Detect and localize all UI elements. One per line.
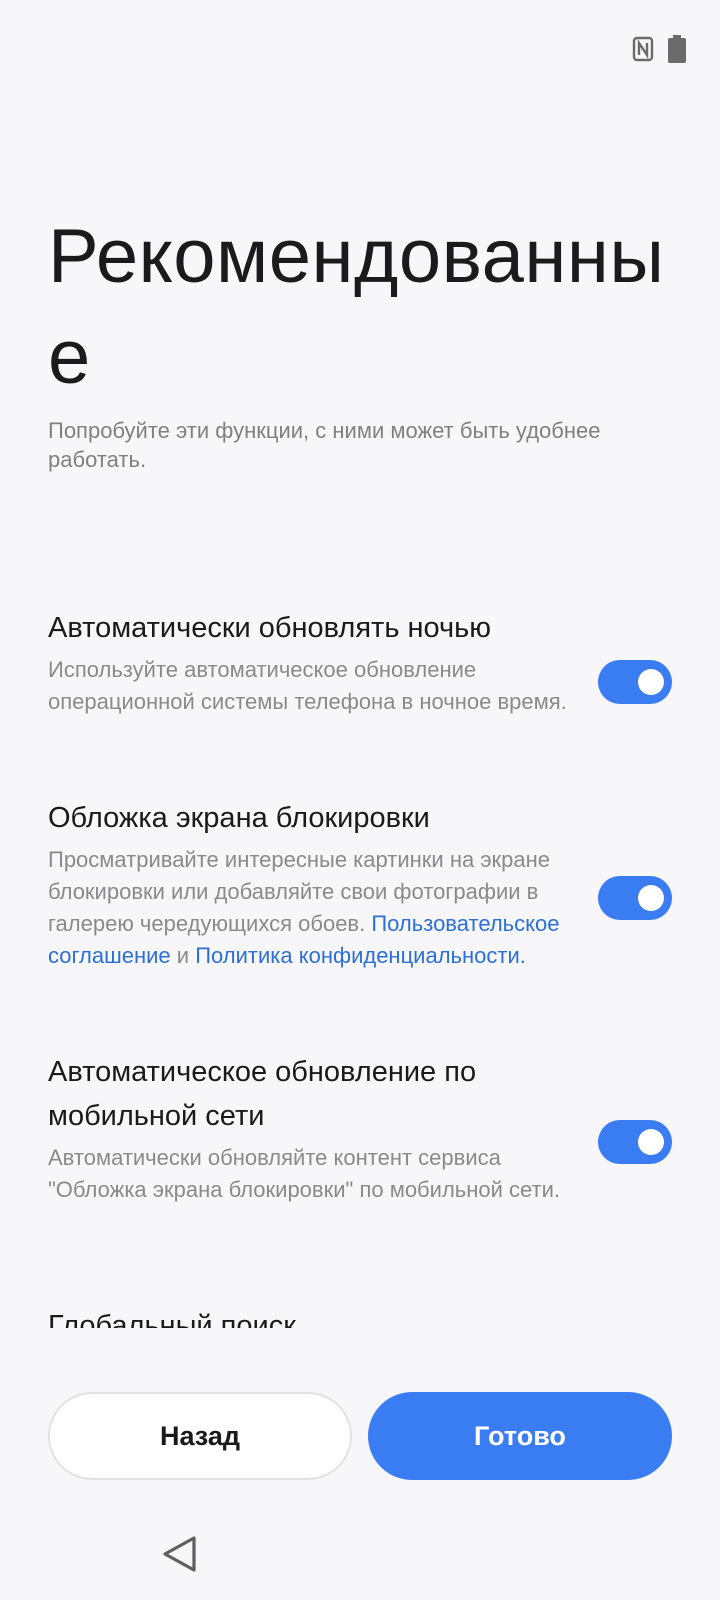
trailing-period: . [519, 943, 526, 968]
setting-global-search-title[interactable]: Глобальный поиск [48, 1304, 296, 1328]
page-title: Рекомендованные [48, 214, 665, 400]
auto-update-mobile-toggle[interactable] [598, 1120, 672, 1164]
lockscreen-cover-toggle[interactable] [598, 876, 672, 920]
setting-title: Обложка экрана блокировки [48, 802, 430, 834]
setting-title: Автоматически обновлять ночью [48, 612, 491, 644]
settings-list[interactable]: Автоматически обновлять ночью Используйт… [0, 600, 720, 1328]
setting-lockscreen-cover: Обложка экрана блокировки Просматривайте… [48, 796, 672, 972]
status-bar [0, 0, 720, 100]
setting-title: Автоматическое обновление по мобильной с… [48, 1056, 477, 1132]
privacy-policy-label[interactable]: Политика конфиденциальности [195, 943, 520, 968]
back-button[interactable]: Назад [48, 1392, 352, 1480]
setting-auto-update-mobile: Автоматическое обновление по мобильной с… [48, 1050, 672, 1206]
back-triangle-icon[interactable] [158, 1532, 200, 1576]
nfc-icon [632, 36, 654, 62]
page-subtitle: Попробуйте эти функции, с ними может быт… [48, 418, 601, 472]
setting-description: Автоматически обновляйте контент сервиса… [48, 1145, 561, 1202]
conjunction-text: и [176, 943, 190, 968]
auto-update-night-toggle[interactable] [598, 660, 672, 704]
setting-description: Просматривайте интересные картинки на эк… [48, 844, 578, 972]
privacy-policy-link[interactable]: Политика конфиденциальности. [195, 943, 526, 968]
setting-description: Используйте автоматическое обновление оп… [48, 657, 567, 714]
battery-icon [668, 35, 686, 63]
setting-auto-update-night: Автоматически обновлять ночью Используйт… [48, 606, 672, 718]
done-button[interactable]: Готово [368, 1392, 672, 1480]
bottom-actions: Назад Готово [48, 1392, 672, 1480]
